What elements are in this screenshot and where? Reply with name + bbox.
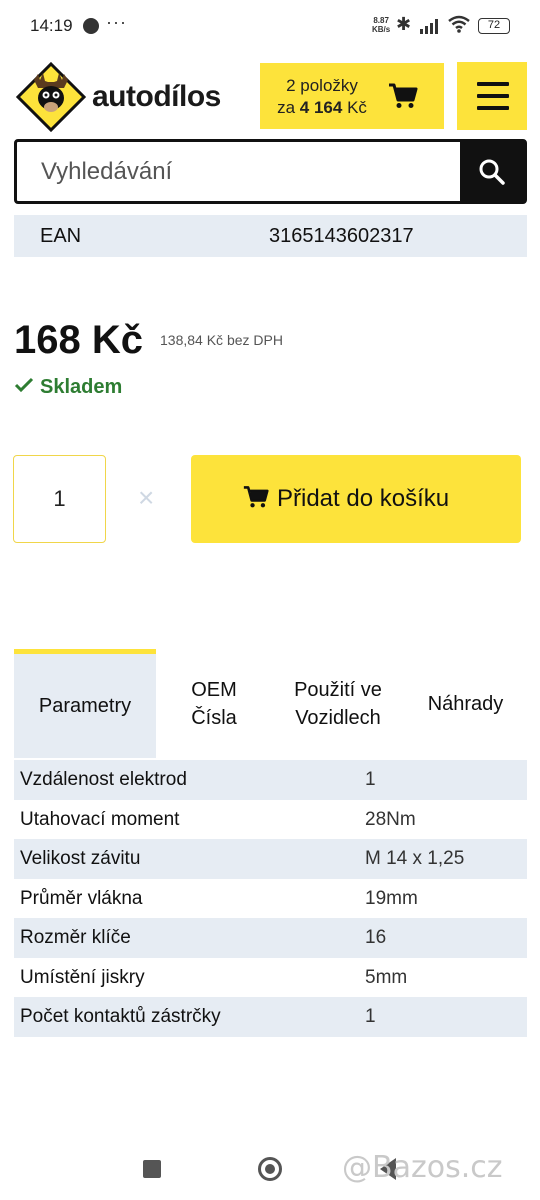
shopping-cart-icon bbox=[243, 486, 269, 508]
add-to-cart-label: Přidat do košíku bbox=[277, 485, 450, 512]
cart-count: 2 položky bbox=[286, 76, 358, 95]
param-value: 1 bbox=[365, 1006, 376, 1027]
price-without-vat: 138,84 Kč bez DPH bbox=[160, 332, 283, 348]
cart-total-line: za 4 164 Kč bbox=[272, 97, 372, 119]
param-name: Umístění jiskry bbox=[20, 966, 145, 988]
param-name: Rozměr klíče bbox=[20, 927, 131, 948]
table-row: Počet kontaktů zástrčky 1 bbox=[14, 997, 527, 1037]
param-value: 28Nm bbox=[365, 808, 416, 830]
param-value: 1 bbox=[365, 769, 376, 790]
tab-label: Náhrady bbox=[427, 692, 504, 715]
tab-label: Použití ve Vozidlech bbox=[294, 678, 382, 729]
cart-total: 4 164 bbox=[299, 98, 343, 117]
param-name: Počet kontaktů zástrčky bbox=[20, 1006, 221, 1027]
system-nav-bar: @Bazos.cz bbox=[0, 1130, 540, 1200]
hamburger-icon bbox=[477, 106, 509, 110]
logo-text: autodílos bbox=[92, 80, 221, 113]
site-header: autodílos 2 položky za 4 164 Kč bbox=[0, 50, 540, 140]
remove-icon[interactable]: × bbox=[138, 482, 154, 514]
status-bar: 14:19 ··· 8.87 KB/s ✱ 72 bbox=[0, 0, 540, 50]
check-icon bbox=[14, 376, 34, 399]
search-bar bbox=[14, 139, 527, 204]
battery-level: 72 bbox=[487, 19, 501, 31]
search-icon bbox=[479, 159, 505, 185]
tab-oem-cisla[interactable]: OEM Čísla bbox=[156, 649, 272, 758]
param-name: Utahovací moment bbox=[20, 808, 180, 830]
table-row: Utahovací moment 28Nm bbox=[14, 800, 527, 840]
cart-total-prefix: za bbox=[277, 98, 296, 117]
stock-label: Skladem bbox=[40, 376, 123, 398]
param-name: Velikost závitu bbox=[20, 848, 141, 869]
watermark: @Bazos.cz bbox=[342, 1150, 503, 1185]
stock-status: Skladem bbox=[14, 376, 122, 399]
clock: 14:19 bbox=[30, 16, 73, 35]
price: 168 Kč bbox=[14, 318, 143, 362]
cart-currency: Kč bbox=[347, 98, 367, 117]
home-icon[interactable] bbox=[258, 1157, 282, 1181]
battery-icon: 72 bbox=[478, 18, 510, 34]
ean-row: EAN 3165143602317 bbox=[14, 215, 527, 257]
param-value: 16 bbox=[365, 927, 387, 948]
cart-button[interactable]: 2 položky za 4 164 Kč bbox=[260, 63, 444, 129]
tab-label: OEM Čísla bbox=[191, 678, 237, 729]
add-to-cart-button[interactable]: Přidat do košíku bbox=[191, 455, 521, 543]
cart-summary: 2 položky za 4 164 Kč bbox=[272, 75, 372, 119]
quantity-input[interactable] bbox=[13, 455, 106, 543]
parameters-table: Vzdálenost elektrod 1 Utahovací moment 2… bbox=[14, 760, 527, 1037]
tab-parametry[interactable]: Parametry bbox=[14, 649, 156, 758]
table-row: Vzdálenost elektrod 1 bbox=[14, 760, 527, 800]
network-speed-unit: KB/s bbox=[372, 25, 391, 34]
menu-button[interactable] bbox=[457, 62, 527, 130]
bluetooth-icon: ✱ bbox=[396, 14, 412, 34]
tab-pouziti-ve-vozidlech[interactable]: Použití ve Vozidlech bbox=[272, 649, 404, 758]
shopping-cart-icon bbox=[389, 83, 418, 108]
table-row: Velikost závitu M 14 x 1,25 bbox=[14, 839, 527, 879]
ean-label: EAN bbox=[40, 225, 82, 247]
ean-value: 3165143602317 bbox=[269, 225, 414, 247]
hamburger-icon bbox=[477, 82, 509, 86]
messenger-icon bbox=[83, 18, 99, 34]
product-tabs: Parametry OEM Čísla Použití ve Vozidlech… bbox=[14, 649, 527, 758]
table-row: Průměr vlákna 19mm bbox=[14, 879, 527, 919]
tab-nahrady[interactable]: Náhrady bbox=[404, 649, 527, 758]
table-row: Rozměr klíče 16 bbox=[14, 918, 527, 958]
recents-icon[interactable] bbox=[143, 1160, 161, 1178]
tab-label: Parametry bbox=[38, 695, 132, 717]
more-notifications-icon: ··· bbox=[106, 12, 127, 32]
param-value: 19mm bbox=[365, 887, 418, 909]
table-row: Umístění jiskry 5mm bbox=[14, 958, 527, 998]
signal-icon bbox=[420, 18, 442, 34]
param-value: 5mm bbox=[365, 966, 408, 988]
search-input[interactable] bbox=[17, 142, 463, 201]
search-button[interactable] bbox=[460, 142, 524, 201]
network-speed: 8.87 KB/s bbox=[372, 16, 390, 34]
param-name: Průměr vlákna bbox=[20, 887, 143, 909]
param-value: M 14 x 1,25 bbox=[365, 848, 465, 869]
logo[interactable]: autodílos bbox=[12, 58, 252, 138]
moose-logo-icon bbox=[16, 62, 86, 132]
wifi-icon bbox=[448, 15, 470, 38]
network-speed-value: 8.87 bbox=[373, 16, 389, 25]
param-name: Vzdálenost elektrod bbox=[20, 769, 187, 790]
hamburger-icon bbox=[477, 94, 509, 98]
